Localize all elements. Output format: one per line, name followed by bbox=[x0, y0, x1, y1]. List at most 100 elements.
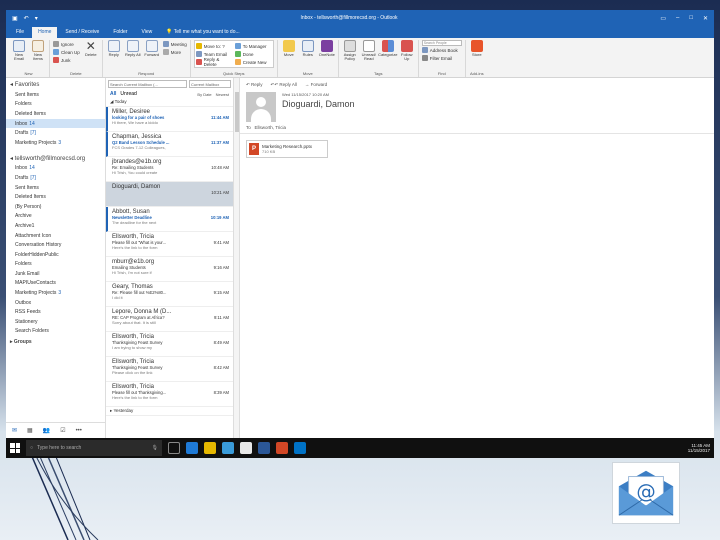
tasks-icon[interactable]: ☑ bbox=[60, 427, 65, 434]
tab-home[interactable]: Home bbox=[32, 27, 58, 38]
favorite-folder-marketing-projects[interactable]: Marketing Projects 3 bbox=[6, 138, 105, 148]
account-folder-stationery[interactable]: Stationery bbox=[6, 317, 105, 327]
address-book-button[interactable]: Address Book bbox=[421, 46, 462, 54]
save-icon[interactable]: ▣ bbox=[12, 15, 18, 22]
account-folder-drafts[interactable]: Drafts [7] bbox=[6, 173, 105, 183]
message-row[interactable]: Lepore, Donna M (D... RE: CAP Program at … bbox=[106, 307, 233, 332]
tab-send-receive[interactable]: Send / Receive bbox=[59, 27, 105, 38]
settings-app-icon[interactable] bbox=[258, 442, 270, 454]
message-row[interactable]: Miller, Desiree looking for a pair of sho… bbox=[106, 107, 233, 132]
groups-header[interactable]: ▸ Groups bbox=[6, 336, 105, 347]
favorite-folder-deleted-items[interactable]: Deleted Items bbox=[6, 109, 105, 119]
move-button[interactable]: Move bbox=[281, 40, 297, 57]
new-email-button[interactable]: New Email bbox=[11, 40, 27, 62]
message-row[interactable]: Ellsworth, Tricia Please fill out Thanksg… bbox=[106, 382, 233, 407]
sort-by-dropdown[interactable]: By Date bbox=[197, 92, 211, 97]
minimize-icon[interactable]: – bbox=[676, 15, 679, 22]
message-row[interactable]: jbrandes@e1b.org Re: Emailing Students 10:… bbox=[106, 157, 233, 182]
junk-button[interactable]: Junk bbox=[53, 56, 80, 64]
group-header-today[interactable]: ◢ Today bbox=[106, 98, 233, 107]
taskbar-search-box[interactable]: ○ Type here to search 🎙 bbox=[26, 440, 162, 456]
tab-folder[interactable]: Folder bbox=[107, 27, 133, 38]
account-folder-search-folders[interactable]: Search Folders bbox=[6, 327, 105, 337]
message-row[interactable]: Chapman, Jessica Q2 Band Lesson Schedule … bbox=[106, 132, 233, 157]
account-folder-attachment-icon[interactable]: Attachment Icon bbox=[6, 231, 105, 241]
account-folder-outbox[interactable]: Outbox bbox=[6, 298, 105, 308]
unread-read-button[interactable]: Unread/ Read bbox=[361, 40, 377, 62]
windows-start-icon[interactable] bbox=[10, 443, 20, 453]
message-row[interactable]: Ellsworth, Tricia Thanksgiving Feast Surv… bbox=[106, 332, 233, 357]
people-icon[interactable]: 👥 bbox=[43, 427, 50, 434]
more-apps-icon[interactable]: ••• bbox=[76, 428, 82, 434]
filter-all-tab[interactable]: All bbox=[110, 91, 116, 97]
message-row[interactable]: Dioguardi, Damon 10:21 AM bbox=[106, 182, 233, 207]
rules-button[interactable]: Rules bbox=[300, 40, 316, 57]
file-explorer-icon[interactable] bbox=[204, 442, 216, 454]
attachment-card[interactable]: P Marketing Research.pptx 710 KB bbox=[246, 140, 328, 158]
account-folder-rss-feeds[interactable]: RSS Feeds bbox=[6, 307, 105, 317]
store-app-icon[interactable] bbox=[222, 442, 234, 454]
mailbox-search-input[interactable]: Search Current Mailbox (... bbox=[108, 80, 187, 88]
favorites-header[interactable]: ◂ Favorites bbox=[6, 78, 105, 90]
quick-step-done[interactable]: Done bbox=[234, 50, 272, 58]
account-folder-mapiusecontacts[interactable]: MAPIUseContacts bbox=[6, 279, 105, 289]
message-row[interactable]: mburr@e1b.org Emailing Students 9:16 AM Hi … bbox=[106, 257, 233, 282]
message-row[interactable]: Abbott, Susan Newsletter Deadline 10:19 AM… bbox=[106, 207, 233, 232]
close-icon[interactable]: ✕ bbox=[703, 15, 708, 22]
tab-view[interactable]: View bbox=[136, 27, 159, 38]
forward-button[interactable]: Forward bbox=[144, 40, 160, 57]
ignore-button[interactable]: Ignore bbox=[53, 40, 80, 48]
favorite-folder-inbox[interactable]: Inbox 14 bbox=[6, 118, 105, 129]
quick-step-reply-delete[interactable]: Reply & Delete bbox=[195, 57, 233, 67]
favorite-folder-sent-items[interactable]: Sent Items bbox=[6, 90, 105, 100]
outlook-app-icon[interactable] bbox=[294, 442, 306, 454]
sender-avatar[interactable] bbox=[246, 92, 276, 122]
group-header-yesterday[interactable]: ▸ Yesterday bbox=[106, 407, 233, 416]
new-items-button[interactable]: New Items bbox=[30, 40, 46, 62]
favorite-folder-folders[interactable]: Folders bbox=[6, 100, 105, 110]
search-scope-dropdown[interactable]: Current Mailbox bbox=[189, 80, 231, 88]
undo-icon[interactable]: ↶ bbox=[24, 15, 29, 22]
tell-me-box[interactable]: 💡 Tell me what you want to do... bbox=[160, 27, 245, 38]
reply-all-button[interactable]: Reply All bbox=[125, 40, 141, 57]
message-row[interactable]: Geary, Thomas Re: Please fill out %E2%80.… bbox=[106, 282, 233, 307]
edge-icon[interactable] bbox=[186, 442, 198, 454]
quick-step-to-manager[interactable]: To Manager bbox=[234, 42, 272, 50]
reply-button[interactable]: Reply bbox=[106, 40, 122, 57]
account-folder-conversation-history[interactable]: Conversation History bbox=[6, 240, 105, 250]
account-folder-by-person[interactable]: (By Person) bbox=[6, 202, 105, 212]
reading-forward-button[interactable]: → Forward bbox=[305, 82, 327, 88]
microphone-icon[interactable]: 🎙 bbox=[152, 445, 158, 451]
store-button[interactable]: Store bbox=[469, 40, 485, 57]
account-folder-inbox[interactable]: Inbox 14 bbox=[6, 164, 105, 174]
scroll-thumb[interactable] bbox=[235, 92, 239, 132]
categorize-button[interactable]: Categorize bbox=[378, 40, 397, 57]
delete-button[interactable]: ✕ Delete bbox=[83, 40, 99, 57]
message-row[interactable]: Ellsworth, Tricia Thanksgiving Feast Surv… bbox=[106, 357, 233, 382]
taskbar-clock[interactable]: 11:45 AM 11/15/2017 bbox=[688, 443, 710, 454]
tab-file[interactable]: File bbox=[10, 27, 30, 38]
more-button[interactable]: More bbox=[162, 48, 187, 56]
sort-order-dropdown[interactable]: Newest bbox=[216, 92, 229, 97]
task-view-icon[interactable] bbox=[168, 442, 180, 454]
account-folder-sent-items[interactable]: Sent Items bbox=[6, 183, 105, 193]
filter-unread-tab[interactable]: Unread bbox=[120, 91, 136, 97]
ribbon-options-icon[interactable]: ▭ bbox=[660, 15, 666, 22]
message-row[interactable]: Ellsworth, Tricia Please fill out "What i… bbox=[106, 232, 233, 257]
onenote-button[interactable]: OneNote bbox=[319, 40, 335, 57]
favorite-folder-drafts[interactable]: Drafts [7] bbox=[6, 128, 105, 138]
account-folder-folders[interactable]: Folders bbox=[6, 260, 105, 270]
account-folder-junk-email[interactable]: Junk Email bbox=[6, 269, 105, 279]
account-header[interactable]: ◂ tellsworth@fillmorecsd.org bbox=[6, 152, 105, 164]
account-folder-archive1[interactable]: Archive1 bbox=[6, 221, 105, 231]
calendar-icon[interactable]: ▦ bbox=[27, 427, 33, 434]
account-folder-marketing-projects[interactable]: Marketing Projects 3 bbox=[6, 288, 105, 298]
account-folder-folderhiddenpublic[interactable]: FolderHiddenPublic bbox=[6, 250, 105, 260]
reading-reply-button[interactable]: ↶ Reply bbox=[246, 82, 263, 88]
account-folder-archive[interactable]: Archive bbox=[6, 212, 105, 222]
meeting-button[interactable]: Meeting bbox=[162, 40, 187, 48]
powerpoint-app-icon[interactable] bbox=[276, 442, 288, 454]
sender-name[interactable]: Dioguardi, Damon bbox=[282, 99, 355, 109]
filter-email-button[interactable]: Filter Email bbox=[421, 54, 462, 62]
recipient-name[interactable]: Ellsworth, Tricia bbox=[255, 125, 287, 130]
